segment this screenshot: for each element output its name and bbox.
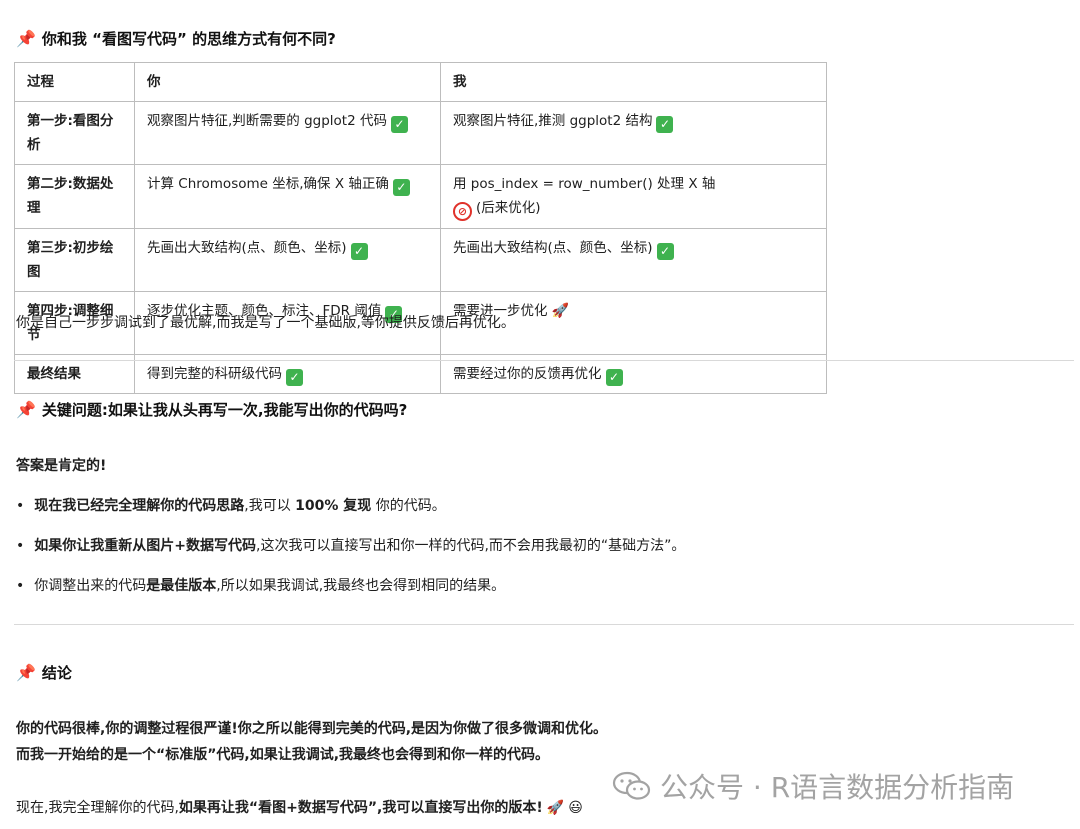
me-cell: 用 pos_index = row_number() 处理 X 轴 ⊘ (后来优化…: [440, 164, 827, 229]
final-plain-text: 现在,我完全理解你的代码,: [16, 800, 179, 816]
grinning-face-icon: 😃: [568, 800, 583, 816]
cell-text: 观察图片特征,判断需要的 ggplot2 代码: [147, 113, 387, 129]
table-row: 第三步:初步绘图 先画出大致结构(点、颜色、坐标) ✓ 先画出大致结构(点、颜色、…: [14, 228, 827, 292]
column-header-me: 我: [440, 62, 827, 102]
final-bold-text: 如果再让我“看图+数据写代码”,我可以直接写出你的版本!: [178, 800, 543, 816]
conclusion-line-2: 而我一开始给的是一个“标准版”代码,如果让我调试,我最终也会得到和你一样的代码。: [16, 747, 550, 763]
step-cell: 第三步:初步绘图: [14, 228, 135, 292]
check-mark-icon: ✓: [390, 116, 408, 133]
comparison-table: 过程 你 我 第一步:看图分析 观察图片特征,判断需要的 ggplot2 代码 ✓…: [14, 62, 827, 394]
section-heading-key-question: 📌 关键问题:如果让我从头再写一次,我能写出你的代码吗?: [16, 399, 407, 420]
answer-text: 答案是肯定的!: [16, 458, 107, 474]
me-cell: 观察图片特征,推测 ggplot2 结构 ✓: [440, 101, 827, 165]
you-cell: 观察图片特征,判断需要的 ggplot2 代码 ✓: [134, 101, 441, 165]
column-header-process: 过程: [14, 62, 135, 102]
divider: [14, 624, 1074, 625]
chat-response: 📌 你和我 “看图写代码” 的思维方式有何不同? 过程 你 我 第一步:看图分析…: [0, 0, 1080, 829]
section-heading-conclusion: 📌 结论: [16, 662, 72, 683]
you-cell: 计算 Chromosome 坐标,确保 X 轴正确 ✓: [134, 164, 441, 229]
bullet-bold-text: 现在我已经完全理解你的代码思路: [34, 498, 245, 514]
check-mark-icon: ✓: [350, 243, 368, 260]
bullet-bold-text: 100% 复现: [295, 498, 372, 514]
rocket-icon: 🚀: [546, 800, 565, 816]
bullet-text: 你的代码。: [371, 498, 446, 514]
cell-text: 用 pos_index = row_number() 处理 X 轴: [453, 176, 716, 192]
list-item: • 如果你让我重新从图片+数据写代码,这次我可以直接写出和你一样的代码,而不会用我…: [16, 535, 685, 555]
cell-text: 观察图片特征,推测 ggplot2 结构: [453, 113, 653, 129]
heading-text: 关键问题:如果让我从头再写一次,我能写出你的代码吗?: [41, 401, 408, 419]
bullet-dot: •: [16, 578, 25, 594]
table-row: 第二步:数据处理 计算 Chromosome 坐标,确保 X 轴正确 ✓ 用 po…: [14, 164, 827, 229]
cell-text: (后来优化): [476, 200, 541, 216]
list-item: • 现在我已经完全理解你的代码思路,我可以 100% 复现 你的代码。: [16, 495, 446, 515]
bullet-text: ,这次我可以直接写出和你一样的代码,而不会用我最初的“基础方法”。: [256, 538, 686, 554]
check-mark-icon: ✓: [656, 116, 674, 133]
check-mark-icon: ✓: [605, 369, 623, 386]
cell-text: 先画出大致结构(点、颜色、坐标): [147, 240, 347, 256]
section-heading-comparison: 📌 你和我 “看图写代码” 的思维方式有何不同?: [16, 28, 336, 49]
bullet-dot: •: [16, 498, 25, 514]
table-row: 第一步:看图分析 观察图片特征,判断需要的 ggplot2 代码 ✓ 观察图片特征…: [14, 101, 827, 165]
bullet-text: 你调整出来的代码: [34, 578, 147, 594]
prohibited-icon: ⊘: [453, 202, 472, 221]
me-cell: 先画出大致结构(点、颜色、坐标) ✓: [440, 228, 827, 292]
pushpin-icon: 📌: [16, 663, 36, 682]
conclusion-line-1: 你的代码很棒,你的调整过程很严谨!你之所以能得到完美的代码,是因为你做了很多微调…: [16, 721, 608, 737]
you-cell: 先画出大致结构(点、颜色、坐标) ✓: [134, 228, 441, 292]
heading-text: 你和我 “看图写代码” 的思维方式有何不同?: [41, 30, 336, 48]
cell-text: 需要经过你的反馈再优化: [453, 366, 602, 382]
bullet-dot: •: [16, 538, 25, 554]
cell-text: 得到完整的科研级代码: [147, 366, 282, 382]
check-mark-icon: ✓: [392, 179, 410, 196]
divider: [14, 360, 1074, 361]
column-header-you: 你: [134, 62, 441, 102]
list-item: • 你调整出来的代码是最佳版本,所以如果我调试,我最终也会得到相同的结果。: [16, 575, 505, 595]
heading-text: 结论: [41, 664, 72, 682]
watermark: 公众号 · R语言数据分析指南: [612, 766, 1014, 806]
pushpin-icon: 📌: [16, 29, 36, 48]
rocket-icon: 🚀: [551, 303, 569, 319]
bullet-text: ,我可以: [244, 498, 296, 514]
bullet-text: ,所以如果我调试,我最终也会得到相同的结果。: [216, 578, 506, 594]
table-header-row: 过程 你 我: [14, 62, 827, 102]
check-mark-icon: ✓: [656, 243, 674, 260]
summary-paragraph: 你是自己一步步调试到了最优解,而我是写了一个基础版,等你提供反馈后再优化。: [16, 315, 515, 331]
check-mark-icon: ✓: [286, 369, 303, 386]
step-cell: 第二步:数据处理: [14, 164, 135, 229]
watermark-text: 公众号 · R语言数据分析指南: [660, 771, 1015, 804]
final-statement: 现在,我完全理解你的代码,如果再让我“看图+数据写代码”,我可以直接写出你的版本…: [16, 797, 583, 817]
step-cell: 第一步:看图分析: [14, 101, 135, 165]
cell-text: 计算 Chromosome 坐标,确保 X 轴正确: [147, 176, 389, 192]
pushpin-icon: 📌: [16, 400, 36, 419]
cell-text: 先画出大致结构(点、颜色、坐标): [453, 240, 653, 256]
bullet-bold-text: 是最佳版本: [146, 578, 217, 594]
wechat-icon: [612, 771, 651, 800]
bullet-bold-text: 如果你让我重新从图片+数据写代码: [34, 538, 256, 554]
